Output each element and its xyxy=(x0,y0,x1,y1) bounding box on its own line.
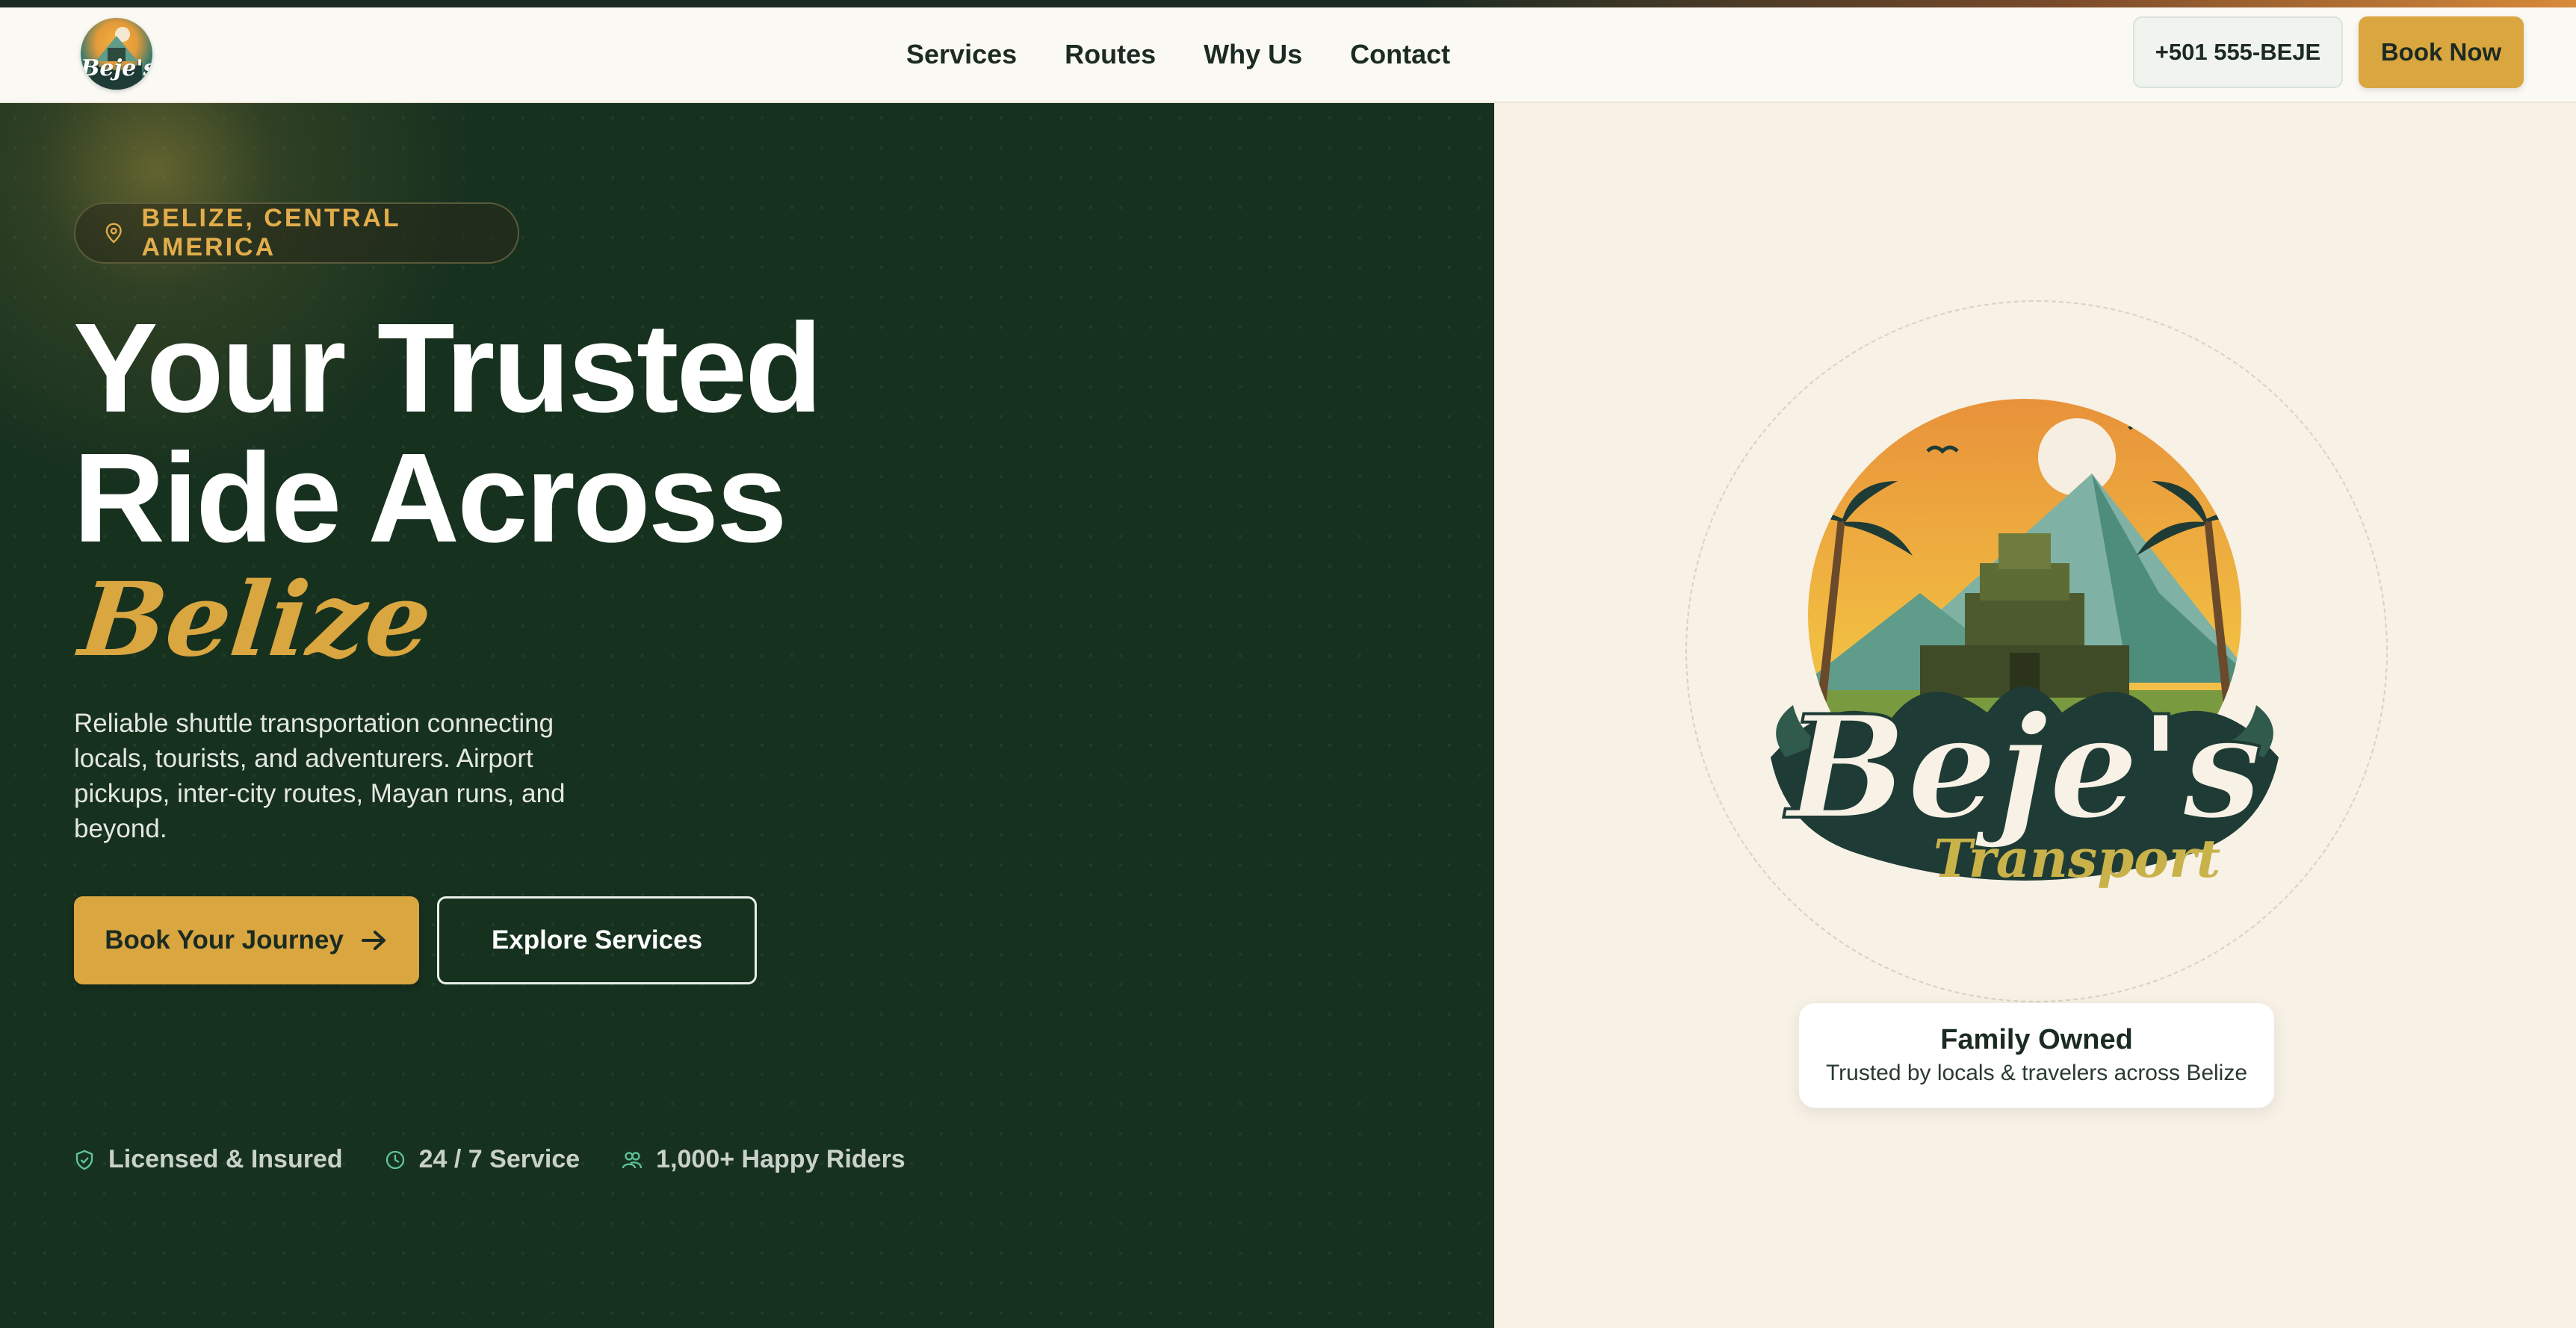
trust-item-service: 24 / 7 Service xyxy=(385,1145,580,1174)
emblem-name-text: Beje's xyxy=(1783,684,2262,851)
family-card-subtitle: Trusted by locals & travelers across Bel… xyxy=(1825,1061,2248,1085)
trust-label: 1,000+ Happy Riders xyxy=(656,1145,905,1173)
shield-check-icon xyxy=(75,1149,93,1170)
nav-link-services[interactable]: Services xyxy=(906,39,1017,70)
emblem-tagline-text: Transport xyxy=(1933,828,2220,890)
trust-label: Licensed & Insured xyxy=(108,1145,343,1173)
hero-section: BELIZE, CENTRAL AMERICA Your Trusted Rid… xyxy=(0,103,1494,1328)
family-owned-card: Family Owned Trusted by locals & travele… xyxy=(1798,1002,2275,1108)
arrow-right-icon xyxy=(361,931,386,950)
logo-text: Beje's xyxy=(81,55,152,81)
hero-visual: Beje's Transport Family Owned Trusted by… xyxy=(1494,103,2576,1328)
users-icon xyxy=(622,1151,643,1168)
map-pin-icon xyxy=(105,223,122,243)
location-text: BELIZE, CENTRAL AMERICA xyxy=(141,204,401,261)
nav-link-contact[interactable]: Contact xyxy=(1350,39,1450,70)
trust-item-licensed: Licensed & Insured xyxy=(74,1145,343,1174)
book-journey-label: Book Your Journey xyxy=(105,925,344,955)
explore-services-button[interactable]: Explore Services xyxy=(437,896,757,984)
hero-headline: Your Trusted Ride Across xyxy=(73,297,823,569)
family-card-title: Family Owned xyxy=(1940,1024,2133,1055)
trust-item-riders: 1,000+ Happy Riders xyxy=(622,1145,905,1174)
nav-link-why-us[interactable]: Why Us xyxy=(1204,39,1302,70)
navbar: Beje's Services Routes Why Us Contact +5… xyxy=(0,7,2576,103)
main-nav: Services Routes Why Us Contact xyxy=(906,39,1450,70)
trust-indicators: Licensed & Insured 24 / 7 Service 1,000+… xyxy=(74,1145,905,1174)
phone-button[interactable]: +501 555-BEJE xyxy=(2133,16,2343,88)
book-now-button[interactable]: Book Now xyxy=(2359,16,2524,88)
clock-icon xyxy=(386,1150,404,1169)
location-badge: BELIZE, CENTRAL AMERICA xyxy=(74,202,519,264)
hero-subtext: Reliable shuttle transportation connecti… xyxy=(74,709,566,843)
bejes-transport-emblem: Beje's Transport xyxy=(1771,399,2279,890)
top-accent-strip xyxy=(0,0,2576,7)
headline-line-2: Ride Across xyxy=(73,427,787,569)
trust-label: 24 / 7 Service xyxy=(418,1145,580,1173)
brand-logo[interactable]: Beje's xyxy=(81,18,152,90)
headline-script: Belize xyxy=(74,560,437,680)
headline-line-1: Your Trusted xyxy=(73,297,823,439)
nav-link-routes[interactable]: Routes xyxy=(1065,39,1156,70)
book-journey-button[interactable]: Book Your Journey xyxy=(74,896,419,984)
